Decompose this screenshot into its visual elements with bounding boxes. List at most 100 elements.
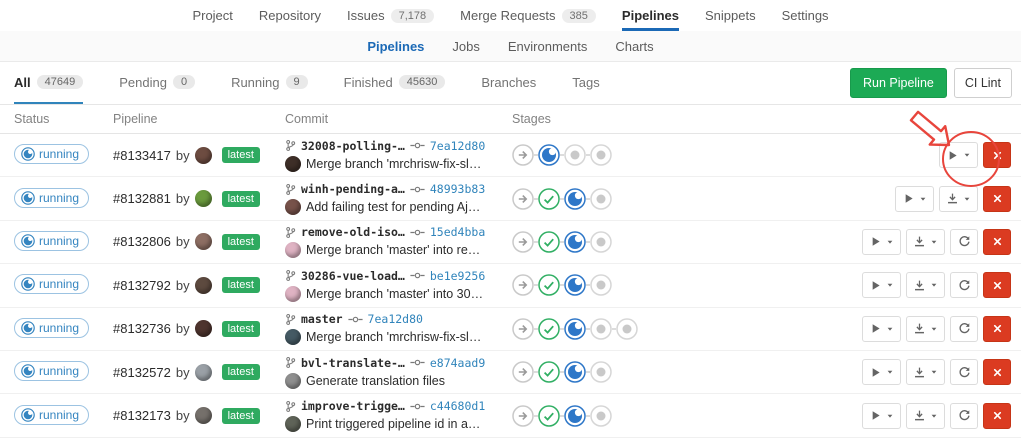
ci-lint-button[interactable]: CI Lint xyxy=(954,68,1012,98)
play-button[interactable] xyxy=(862,359,901,385)
tab-all[interactable]: All47649 xyxy=(14,62,83,104)
retry-button[interactable] xyxy=(950,272,978,298)
nav-item-settings[interactable]: Settings xyxy=(782,0,829,31)
tab-finished[interactable]: Finished45630 xyxy=(344,62,446,104)
commit-author-avatar[interactable] xyxy=(285,416,301,432)
pipeline-link[interactable]: #8132736 xyxy=(113,321,171,336)
tab-tags[interactable]: Tags xyxy=(572,62,599,104)
commit-author-avatar[interactable] xyxy=(285,329,301,345)
user-avatar[interactable] xyxy=(195,277,212,294)
cancel-button[interactable] xyxy=(983,186,1011,212)
stage-status-icon-created[interactable] xyxy=(590,144,612,166)
commit-sha-link[interactable]: 48993b83 xyxy=(430,182,485,196)
commit-author-avatar[interactable] xyxy=(285,156,301,172)
play-button[interactable] xyxy=(862,316,901,342)
pipeline-link[interactable]: #8132572 xyxy=(113,365,171,380)
cancel-button[interactable] xyxy=(983,316,1011,342)
user-avatar[interactable] xyxy=(195,320,212,337)
nav-item-project[interactable]: Project xyxy=(192,0,232,31)
download-button[interactable] xyxy=(906,403,945,429)
commit-sha-link[interactable]: 7ea12d80 xyxy=(430,139,485,153)
stage-status-icon-success[interactable] xyxy=(538,405,560,427)
status-badge[interactable]: running xyxy=(14,405,89,425)
commit-sha-link[interactable]: 15ed4bba xyxy=(430,225,485,239)
branch-link[interactable]: remove-old-iso… xyxy=(301,225,405,239)
tab-running[interactable]: Running9 xyxy=(231,62,308,104)
commit-message-link[interactable]: Merge branch 'mrchrisw-fix-sl… xyxy=(306,157,481,171)
commit-message-link[interactable]: Merge branch 'master' into re… xyxy=(306,243,480,257)
commit-sha-link[interactable]: be1e9256 xyxy=(430,269,485,283)
stage-status-icon-skipped[interactable] xyxy=(512,405,534,427)
subnav-item-pipelines[interactable]: Pipelines xyxy=(367,39,424,54)
cancel-button[interactable] xyxy=(983,229,1011,255)
stage-status-icon-running[interactable] xyxy=(564,231,586,253)
stage-status-icon-skipped[interactable] xyxy=(512,274,534,296)
run-pipeline-button[interactable]: Run Pipeline xyxy=(850,68,947,98)
commit-sha-link[interactable]: e874aad9 xyxy=(430,356,485,370)
user-avatar[interactable] xyxy=(195,190,212,207)
stage-status-icon-success[interactable] xyxy=(538,231,560,253)
commit-message-link[interactable]: Merge branch 'master' into 30… xyxy=(306,287,483,301)
stage-status-icon-created[interactable] xyxy=(564,144,586,166)
pipeline-link[interactable]: #8132881 xyxy=(113,191,171,206)
commit-message-link[interactable]: Merge branch 'mrchrisw-fix-sl… xyxy=(306,330,481,344)
commit-message-link[interactable]: Add failing test for pending Aj… xyxy=(306,200,480,214)
branch-link[interactable]: bvl-translate-… xyxy=(301,356,405,370)
pipeline-link[interactable]: #8133417 xyxy=(113,148,171,163)
play-button[interactable] xyxy=(862,229,901,255)
stage-status-icon-running[interactable] xyxy=(564,405,586,427)
user-avatar[interactable] xyxy=(195,233,212,250)
commit-author-avatar[interactable] xyxy=(285,199,301,215)
play-button[interactable] xyxy=(862,272,901,298)
status-badge[interactable]: running xyxy=(14,361,89,381)
stage-status-icon-running[interactable] xyxy=(538,144,560,166)
stage-status-icon-created[interactable] xyxy=(590,231,612,253)
branch-link[interactable]: 32008-polling-… xyxy=(301,139,405,153)
download-button[interactable] xyxy=(906,272,945,298)
download-button[interactable] xyxy=(906,359,945,385)
subnav-item-jobs[interactable]: Jobs xyxy=(452,39,479,54)
status-badge[interactable]: running xyxy=(14,318,89,338)
commit-message-link[interactable]: Generate translation files xyxy=(306,374,445,388)
commit-author-avatar[interactable] xyxy=(285,286,301,302)
cancel-button[interactable] xyxy=(983,272,1011,298)
commit-author-avatar[interactable] xyxy=(285,373,301,389)
subnav-item-charts[interactable]: Charts xyxy=(615,39,653,54)
nav-item-repository[interactable]: Repository xyxy=(259,0,321,31)
subnav-item-environments[interactable]: Environments xyxy=(508,39,587,54)
cancel-button[interactable] xyxy=(983,142,1011,168)
commit-sha-link[interactable]: c44680d1 xyxy=(430,399,485,413)
stage-status-icon-skipped[interactable] xyxy=(512,361,534,383)
status-badge[interactable]: running xyxy=(14,231,89,251)
stage-status-icon-created[interactable] xyxy=(616,318,638,340)
play-button[interactable] xyxy=(862,403,901,429)
stage-status-icon-skipped[interactable] xyxy=(512,144,534,166)
stage-status-icon-success[interactable] xyxy=(538,274,560,296)
pipeline-link[interactable]: #8132792 xyxy=(113,278,171,293)
cancel-button[interactable] xyxy=(983,359,1011,385)
retry-button[interactable] xyxy=(950,403,978,429)
nav-item-pipelines[interactable]: Pipelines xyxy=(622,0,679,31)
nav-item-merge-requests[interactable]: Merge Requests385 xyxy=(460,0,596,31)
status-badge[interactable]: running xyxy=(14,144,89,164)
branch-link[interactable]: winh-pending-a… xyxy=(301,182,405,196)
download-button[interactable] xyxy=(906,316,945,342)
status-badge[interactable]: running xyxy=(14,274,89,294)
stage-status-icon-skipped[interactable] xyxy=(512,188,534,210)
stage-status-icon-success[interactable] xyxy=(538,318,560,340)
stage-status-icon-created[interactable] xyxy=(590,405,612,427)
nav-item-issues[interactable]: Issues7,178 xyxy=(347,0,434,31)
branch-link[interactable]: 30286-vue-load… xyxy=(301,269,405,283)
nav-item-snippets[interactable]: Snippets xyxy=(705,0,756,31)
commit-sha-link[interactable]: 7ea12d80 xyxy=(368,312,423,326)
play-button[interactable] xyxy=(939,142,978,168)
stage-status-icon-created[interactable] xyxy=(590,318,612,340)
user-avatar[interactable] xyxy=(195,364,212,381)
commit-message-link[interactable]: Print triggered pipeline id in a… xyxy=(306,417,480,431)
pipeline-link[interactable]: #8132806 xyxy=(113,234,171,249)
tab-branches[interactable]: Branches xyxy=(481,62,536,104)
play-button[interactable] xyxy=(895,186,934,212)
stage-status-icon-created[interactable] xyxy=(590,188,612,210)
user-avatar[interactable] xyxy=(195,407,212,424)
stage-status-icon-running[interactable] xyxy=(564,274,586,296)
